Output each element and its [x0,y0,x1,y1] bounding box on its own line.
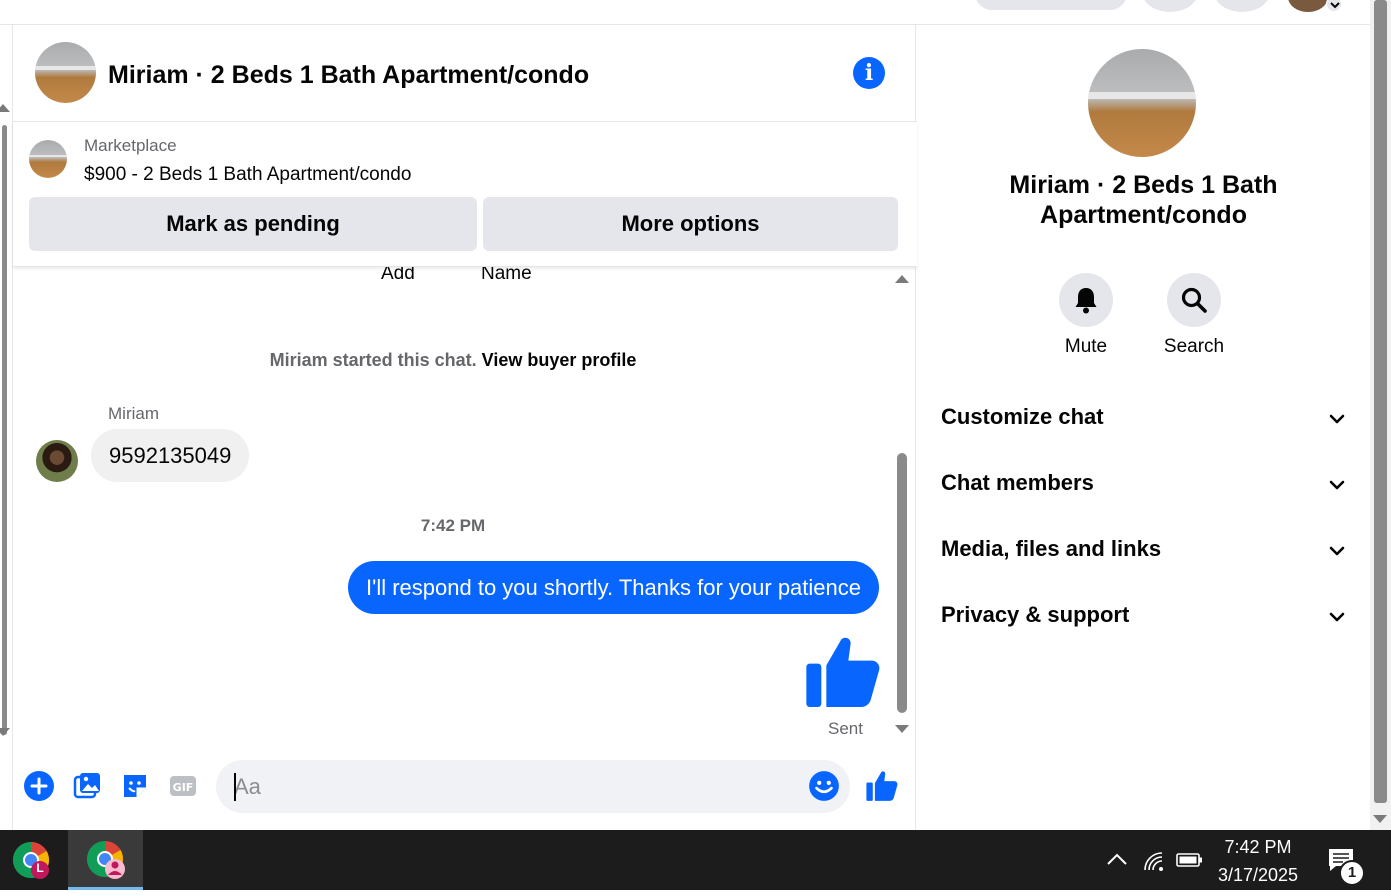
svg-text:GIF: GIF [173,781,194,794]
account-avatar[interactable] [1288,0,1328,12]
left-scrollbar[interactable] [2,125,7,735]
chat-started-notice: Miriam started this chat. View buyer pro… [13,350,893,371]
clock-time[interactable]: 7:42 PM [1206,837,1310,858]
sticker-icon[interactable] [119,770,151,802]
chevron-down-icon [1329,480,1345,490]
plus-actions-icon[interactable] [23,770,55,802]
chat-scroll-down-icon[interactable] [895,725,909,733]
section-customize-chat[interactable]: Customize chat [941,398,1346,438]
sender-name: Miriam [108,404,159,423]
conversation-info-panel: Miriam · 2 Beds 1 Bath Apartment/condo M… [917,25,1370,830]
message-timestamp: 7:42 PM [420,516,486,535]
emoji-icon[interactable] [807,769,841,803]
section-privacy-support[interactable]: Privacy & support [941,596,1346,636]
photo-attach-icon[interactable] [71,770,103,802]
message-list: Add Name Miriam started this chat. View … [13,267,917,747]
battery-icon[interactable] [1176,852,1204,868]
section-label: Customize chat [941,404,1104,429]
more-options-button[interactable]: More options [483,197,898,251]
panel-listing-photo[interactable] [1088,49,1196,157]
windows-taskbar: L 7:42 PM 3/17/2025 1 [0,830,1391,890]
search-icon [1181,287,1207,313]
top-navigation-bar [0,0,1370,25]
section-label: Media, files and links [941,536,1162,561]
message-composer: GIF [13,755,917,830]
chat-header: Miriam · 2 Beds 1 Bath Apartment/condo i [13,25,917,122]
thumbs-up-sticker-icon[interactable] [803,632,883,712]
clipped-name-label: Name [481,267,532,284]
view-buyer-profile-link[interactable]: View buyer profile [482,350,637,370]
marketplace-banner: Marketplace $900 - 2 Beds 1 Bath Apartme… [13,122,917,267]
chat-window: Miriam · 2 Beds 1 Bath Apartment/condo i… [12,25,917,830]
mark-as-pending-button[interactable]: Mark as pending [29,197,477,251]
section-chat-members[interactable]: Chat members [941,464,1346,504]
gif-icon[interactable]: GIF [167,770,199,802]
section-label: Privacy & support [941,602,1130,627]
show-hidden-icons-chevron-icon[interactable] [1106,852,1128,866]
clock-date[interactable]: 3/17/2025 [1206,865,1310,886]
clipped-add-label: Add [381,267,415,284]
chrome-profile-app[interactable]: L [0,830,62,890]
listing-small-thumbnail[interactable] [29,140,67,178]
chrome-icon [12,842,50,879]
profile-badge-letter: L [36,861,44,875]
chevron-down-icon [1329,546,1345,556]
wifi-icon[interactable] [1142,850,1166,872]
chat-scrollbar-thumb[interactable] [897,453,907,713]
section-label: Chat members [941,470,1094,495]
outgoing-message-bubble[interactable]: I'll respond to you shortly. Thanks for … [348,561,879,614]
info-icon[interactable]: i [853,57,885,89]
message-input[interactable] [216,760,850,813]
message-status: Sent [828,719,863,738]
incoming-message-bubble[interactable]: 9592135049 [91,429,250,482]
chrome-guest-icon [86,841,125,879]
account-chevron-icon[interactable] [1326,0,1342,12]
page-scrollbar-thumb[interactable] [1374,0,1387,803]
sender-avatar[interactable] [36,440,78,482]
chevron-down-icon [1329,612,1345,622]
search-label: Search [1163,336,1225,357]
left-scroll-up-icon[interactable] [0,104,10,112]
mute-button[interactable] [1059,273,1113,327]
notification-count-badge: 1 [1339,860,1365,886]
marketplace-label: Marketplace [84,136,177,155]
nav-circle-button[interactable] [1142,0,1198,12]
chat-started-text: Miriam started this chat. [269,350,477,370]
chat-title[interactable]: Miriam · 2 Beds 1 Bath Apartment/condo [108,61,589,90]
listing-price-title[interactable]: $900 - 2 Beds 1 Bath Apartment/condo [84,164,411,186]
section-media-files-links[interactable]: Media, files and links [941,530,1346,570]
send-like-icon[interactable] [865,769,899,803]
panel-title: Miriam · 2 Beds 1 Bath Apartment/condo [1009,171,1278,229]
chrome-active-app[interactable] [68,830,143,890]
chat-scroll-up-icon[interactable] [895,275,909,283]
text-caret [234,773,236,801]
nav-circle-button[interactable] [1214,0,1270,12]
chevron-down-icon [1329,414,1345,424]
page-scroll-down-icon[interactable] [1373,815,1387,823]
mute-label: Mute [1064,336,1108,357]
listing-thumbnail[interactable] [35,42,96,103]
left-scroll-down-icon[interactable] [0,728,10,736]
search-button[interactable] [1167,273,1221,327]
nav-pill-button[interactable] [975,0,1127,10]
bell-icon [1075,288,1097,314]
